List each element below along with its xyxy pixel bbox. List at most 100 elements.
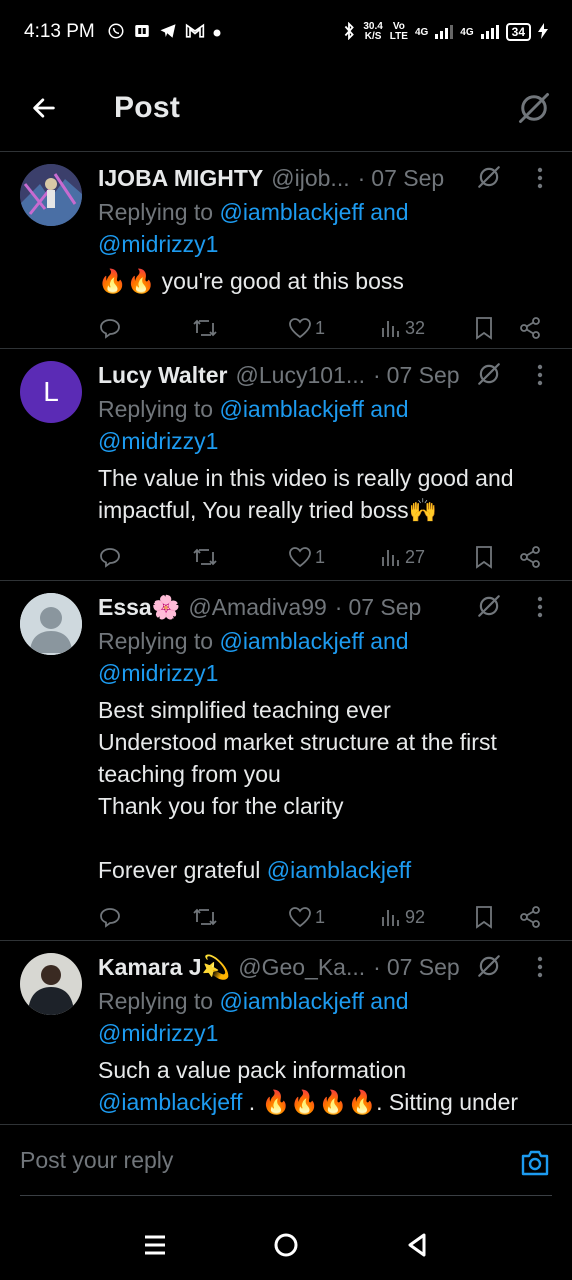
reply-tweet[interactable]: L Lucy Walter @Lucy101... · 07 Sep Reply…: [0, 349, 572, 581]
whatsapp-icon: [107, 22, 125, 43]
back-button[interactable]: [18, 82, 70, 134]
page-title: Post: [114, 90, 181, 124]
gmail-icon: [185, 23, 205, 42]
app-notification-icon: [133, 22, 151, 43]
replies-feed[interactable]: IJOBA MIGHTY @ijob... · 07 Sep Replying …: [0, 152, 572, 1124]
replying-to: Replying to @iamblackjeff and @midrizzy1: [98, 628, 409, 686]
battery-indicator: 34: [505, 23, 531, 41]
repost-button[interactable]: [192, 905, 218, 929]
bookmark-button[interactable]: [474, 545, 494, 569]
views-icon: [382, 910, 399, 926]
author-name[interactable]: Essa🌸: [98, 594, 180, 621]
heart-icon: [289, 547, 311, 568]
reply-icon: [100, 548, 120, 568]
reply-tweet[interactable]: Kamara J💫 @Geo_Ka... · 07 Sep Replying t…: [0, 941, 572, 1124]
bookmark-button[interactable]: [474, 316, 494, 340]
reply-mentions[interactable]: @iamblackjeff and: [219, 988, 408, 1014]
share-button[interactable]: [518, 545, 542, 569]
author-handle[interactable]: @ijob...: [271, 165, 349, 192]
author-handle[interactable]: @Lucy101...: [236, 362, 365, 389]
system-navigation-bar: [0, 1210, 572, 1280]
share-button[interactable]: [518, 316, 542, 340]
reply-mentions[interactable]: @iamblackjeff and: [219, 628, 408, 654]
reply-mentions[interactable]: @iamblackjeff and: [219, 396, 408, 422]
telegram-icon: [159, 22, 177, 43]
author-handle[interactable]: @Geo_Ka...: [238, 954, 365, 981]
bluetooth-icon: [342, 21, 356, 43]
repost-icon: [193, 908, 217, 926]
grok-explain-button[interactable]: [476, 164, 502, 195]
share-icon: [520, 317, 540, 339]
avatar[interactable]: [20, 593, 82, 655]
views-button[interactable]: 27: [380, 546, 425, 568]
repost-button[interactable]: [192, 316, 218, 340]
status-time: 4:13 PM: [24, 21, 95, 42]
tweet-date[interactable]: 07 Sep: [387, 954, 460, 981]
reply-composer: Post your reply: [0, 1124, 572, 1220]
grok-explain-button[interactable]: [476, 953, 502, 984]
grok-button[interactable]: [514, 88, 554, 128]
avatar[interactable]: [20, 953, 82, 1015]
tweet-date[interactable]: 07 Sep: [371, 165, 444, 192]
grok-explain-button[interactable]: [476, 361, 502, 392]
author-name[interactable]: IJOBA MIGHTY: [98, 165, 263, 192]
more-options-button[interactable]: [528, 593, 552, 621]
avatar[interactable]: L: [20, 361, 82, 423]
reply-input[interactable]: Post your reply: [20, 1147, 173, 1174]
system-back-button[interactable]: [395, 1223, 439, 1267]
like-button[interactable]: 1: [288, 317, 325, 339]
author-name[interactable]: Lucy Walter: [98, 362, 228, 389]
reply-tweet[interactable]: IJOBA MIGHTY @ijob... · 07 Sep Replying …: [0, 152, 572, 349]
signal-icon-2: [480, 25, 499, 39]
repost-icon: [193, 548, 217, 566]
reply-button[interactable]: [98, 316, 122, 340]
share-icon: [520, 906, 540, 928]
status-bar: 4:13 PM 30.4 K/S Vo LTE 4G 4G 34: [0, 0, 572, 64]
reply-mention[interactable]: @midrizzy1: [98, 1020, 218, 1046]
network-type-1: 4G: [414, 26, 429, 38]
home-button[interactable]: [264, 1223, 308, 1267]
reply-button[interactable]: [98, 545, 122, 569]
reply-button[interactable]: [98, 905, 122, 929]
text-mention[interactable]: @iamblackjeff: [267, 857, 411, 883]
reply-mention[interactable]: @midrizzy1: [98, 428, 218, 454]
views-button[interactable]: 92: [380, 906, 425, 928]
reply-tweet[interactable]: Essa🌸 @Amadiva99 · 07 Sep Replying to @i…: [0, 581, 572, 941]
camera-button[interactable]: [520, 1149, 550, 1182]
reply-icon: [100, 319, 120, 339]
author-handle[interactable]: @Amadiva99: [188, 594, 326, 621]
separator-dot: ·: [334, 593, 343, 620]
like-button[interactable]: 1: [288, 546, 325, 568]
signal-icon-1: [435, 25, 454, 39]
like-count: 1: [315, 546, 326, 567]
text-mention[interactable]: @iamblackjeff: [98, 1089, 242, 1115]
views-icon: [382, 550, 399, 566]
avatar[interactable]: [20, 164, 82, 226]
author-name[interactable]: Kamara J💫: [98, 954, 230, 981]
more-options-button[interactable]: [528, 953, 552, 981]
heart-icon: [289, 907, 311, 928]
network-type-2: 4G: [460, 26, 474, 38]
bookmark-button[interactable]: [474, 905, 494, 929]
like-button[interactable]: 1: [288, 906, 325, 928]
share-button[interactable]: [518, 905, 542, 929]
grok-explain-button[interactable]: [476, 593, 502, 624]
like-count: 1: [315, 317, 326, 338]
reply-mention[interactable]: @midrizzy1: [98, 231, 218, 257]
tweet-date[interactable]: 07 Sep: [348, 594, 421, 621]
replying-to: Replying to @iamblackjeff and @midrizzy1: [98, 988, 409, 1046]
tweet-date[interactable]: 07 Sep: [387, 362, 460, 389]
more-options-button[interactable]: [528, 164, 552, 192]
grok-icon: [478, 955, 500, 977]
reply-mentions[interactable]: @iamblackjeff and: [219, 199, 408, 225]
repost-button[interactable]: [192, 545, 218, 569]
reply-mention[interactable]: @midrizzy1: [98, 660, 218, 686]
more-options-button[interactable]: [528, 361, 552, 389]
top-app-bar: Post: [0, 64, 572, 152]
tweet-actions: 1 27: [98, 540, 558, 574]
grok-icon: [478, 595, 500, 617]
home-circle-icon: [274, 1233, 298, 1257]
recents-button[interactable]: [133, 1223, 177, 1267]
back-triangle-icon: [408, 1233, 426, 1257]
views-button[interactable]: 32: [380, 317, 425, 339]
